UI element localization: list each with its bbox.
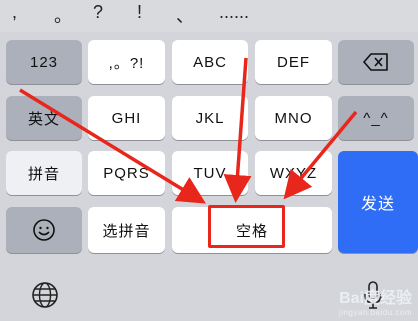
candidate-ellipsis[interactable]: ...... [219,2,249,23]
candidate-question[interactable]: ? [93,2,103,23]
tuv-key[interactable]: TUV [172,151,248,195]
emoji-key[interactable] [6,207,82,253]
globe-icon [32,282,58,308]
jkl-key[interactable]: JKL [172,96,248,140]
candidate-period[interactable]: 。 [54,2,72,28]
mno-key[interactable]: MNO [255,96,332,140]
emoticon-key[interactable]: ^_^ [338,96,414,140]
candidate-exclamation[interactable]: ! [137,2,142,23]
candidate-bar: , 。 ? ! 、 ...... [0,0,418,32]
candidate-enumeration-comma[interactable]: 、 [176,2,194,28]
globe-button[interactable] [30,280,60,310]
wxyz-key[interactable]: WXYZ [255,151,332,195]
pqrs-key[interactable]: PQRS [88,151,165,195]
numbers-key[interactable]: 123 [6,40,82,84]
punctuation-key[interactable]: ,。?! [88,40,165,84]
watermark-url: jingyan.baidu.com [339,308,412,317]
backspace-icon [363,53,388,71]
pinyin-key[interactable]: 拼音 [6,151,82,195]
abc-key[interactable]: ABC [172,40,248,84]
emoji-icon [33,219,55,241]
delete-key[interactable] [338,40,414,84]
candidate-comma[interactable]: , [12,2,17,23]
space-key[interactable]: 空格 [172,207,332,253]
watermark: Bai度经验 jingyan.baidu.com [339,284,412,317]
select-pinyin-key[interactable]: 选拼音 [88,207,165,253]
ghi-key[interactable]: GHI [88,96,165,140]
def-key[interactable]: DEF [255,40,332,84]
watermark-brand: Bai度经验 [339,290,412,307]
english-key[interactable]: 英文 [6,96,82,140]
send-key[interactable]: 发送 [338,151,418,253]
